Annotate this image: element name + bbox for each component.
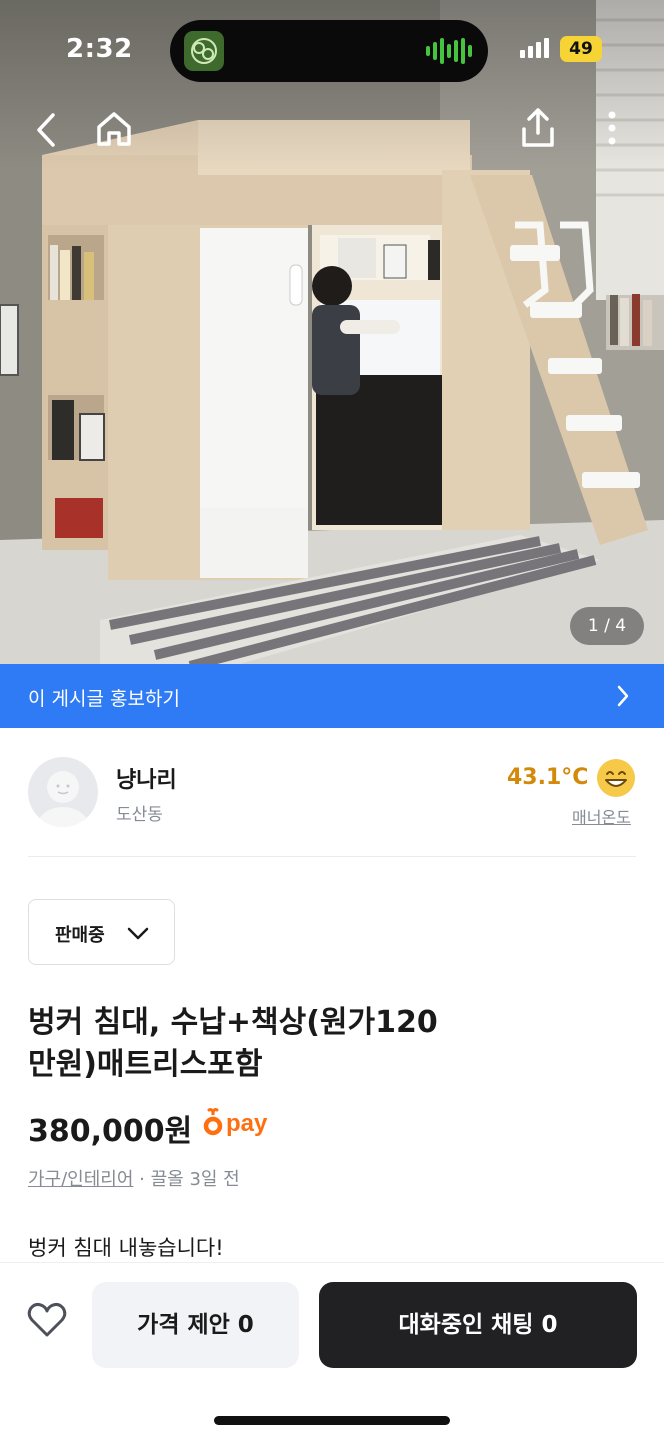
seller-location: 도산동 [116, 805, 163, 825]
smiley-face-icon [596, 758, 636, 798]
carrot-icon [203, 1108, 223, 1140]
chevron-down-icon [125, 920, 151, 950]
listing-price: 380,000원 [28, 1114, 193, 1149]
back-arrow-icon[interactable] [28, 110, 64, 150]
active-chats-button[interactable]: 대화중인 채팅 0 [319, 1282, 637, 1368]
home-indicator[interactable] [214, 1416, 450, 1425]
status-time: 2:32 [66, 34, 133, 64]
manner-temperature-link[interactable]: 매너온도 [572, 804, 631, 828]
section-divider [28, 856, 636, 857]
heart-icon[interactable] [26, 1300, 68, 1344]
sale-status-dropdown[interactable]: 판매중 [28, 899, 175, 965]
sale-status-label: 판매중 [55, 925, 105, 946]
dynamic-island [170, 20, 488, 82]
bunk-bed-photo-illustration [0, 0, 664, 664]
listing-title: 벙커 침대, 수납+책상(원가120 만원)매트리스포함 [28, 1002, 638, 1086]
audio-waveform-icon [426, 38, 472, 64]
pay-label: pay [226, 1110, 268, 1137]
meta-separator: · [133, 1169, 151, 1190]
listing-meta: 가구/인테리어 · 끌올 3일 전 [28, 1165, 240, 1191]
promote-label: 이 게시글 홍보하기 [28, 688, 180, 710]
manner-temperature: 43.1°C [507, 765, 589, 790]
listing-description: 벙커 침대 내놓습니다! [28, 1236, 224, 1260]
promote-post-banner[interactable]: 이 게시글 홍보하기 [0, 664, 664, 728]
chevron-right-icon [616, 684, 630, 712]
share-icon[interactable] [518, 106, 558, 150]
listing-title-line-2: 만원)매트리스포함 [28, 1047, 263, 1082]
battery-indicator: 49 [560, 36, 602, 62]
cellular-signal-icon [520, 38, 549, 58]
more-icon[interactable] [602, 108, 622, 148]
category-link[interactable]: 가구/인테리어 [28, 1169, 133, 1190]
seller-avatar[interactable] [28, 757, 98, 827]
product-photo[interactable] [0, 0, 664, 664]
carrot-pay-badge: pay [203, 1108, 267, 1140]
photo-page-counter: 1 / 4 [570, 607, 644, 645]
seller-name[interactable]: 냥나리 [116, 762, 177, 794]
home-icon[interactable] [92, 108, 136, 150]
now-playing-app-icon [184, 31, 224, 71]
bump-time: 끌올 3일 전 [150, 1169, 240, 1190]
price-offer-button[interactable]: 가격 제안 0 [92, 1282, 299, 1368]
listing-title-line-1: 벙커 침대, 수납+책상(원가120 [28, 1005, 438, 1040]
